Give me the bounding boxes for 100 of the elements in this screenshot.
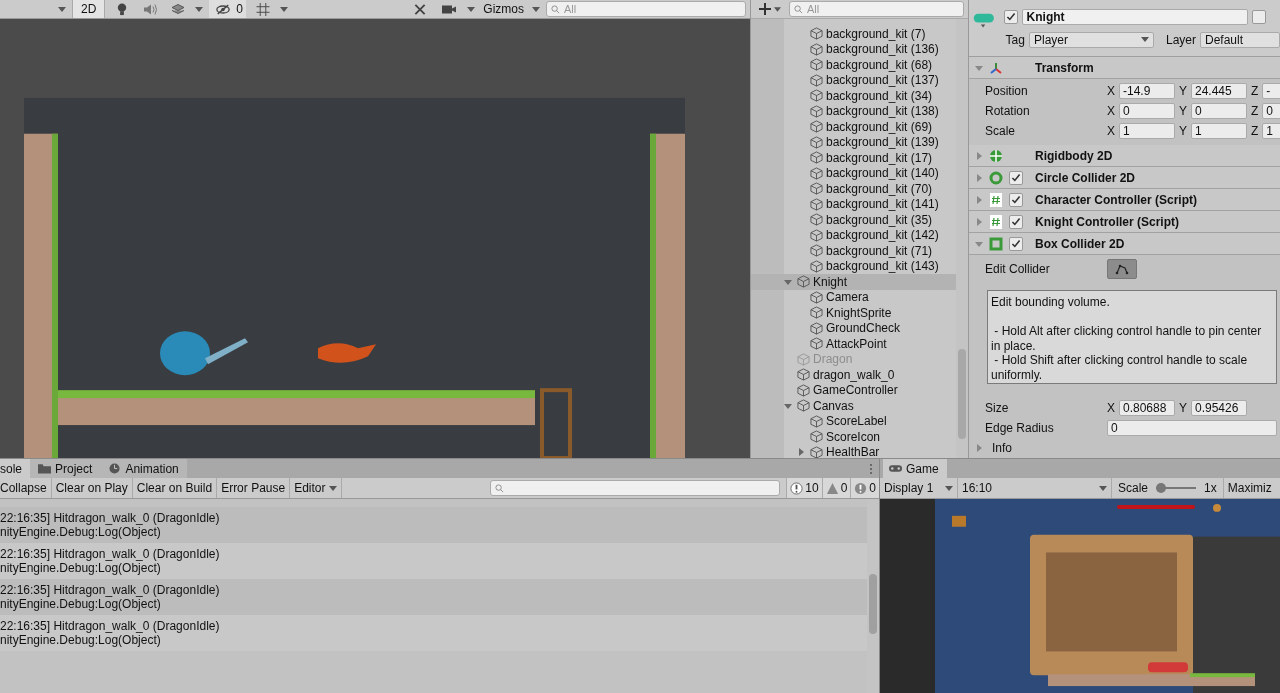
number-field[interactable]: 1 bbox=[1262, 123, 1280, 139]
checkbox[interactable] bbox=[1009, 236, 1023, 251]
hierarchy-item[interactable]: ScoreIcon bbox=[751, 429, 956, 445]
hierarchy-item[interactable]: background_kit (137) bbox=[751, 72, 956, 88]
foldout-arrow-icon[interactable] bbox=[975, 151, 983, 160]
panel-tab[interactable]: Project bbox=[30, 459, 101, 478]
caret-icon[interactable] bbox=[532, 6, 540, 12]
count-toggle[interactable]: 10 bbox=[786, 478, 822, 498]
component-title: Circle Collider 2D bbox=[1035, 170, 1136, 185]
foldout-arrow-icon[interactable] bbox=[975, 444, 983, 452]
number-field[interactable]: 0 bbox=[1262, 103, 1280, 119]
number-field[interactable]: 0.95426 bbox=[1191, 400, 1247, 416]
number-field[interactable]: - bbox=[1262, 83, 1280, 99]
number-field[interactable]: 1 bbox=[1119, 123, 1175, 139]
hierarchy-item[interactable]: background_kit (35) bbox=[751, 212, 956, 228]
add-button[interactable] bbox=[759, 3, 781, 15]
hierarchy-item[interactable]: background_kit (139) bbox=[751, 134, 956, 150]
log-message: 22:16:35] Hitdragon_walk_0 (DragonIdle) bbox=[0, 619, 221, 633]
checkbox[interactable] bbox=[1009, 170, 1023, 185]
name-field[interactable]: Knight bbox=[1021, 8, 1248, 25]
component-header[interactable]: Rigidbody 2D bbox=[969, 145, 1280, 167]
hierarchy-item[interactable]: background_kit (69) bbox=[751, 119, 956, 135]
hierarchy-item[interactable]: AttackPoint bbox=[751, 336, 956, 352]
hierarchy-item[interactable]: background_kit (34) bbox=[751, 88, 956, 104]
tag-dropdown[interactable]: Player bbox=[1028, 31, 1154, 48]
number-field[interactable]: 0 bbox=[1191, 103, 1247, 119]
number-field[interactable]: 0 bbox=[1119, 103, 1175, 119]
checkbox[interactable] bbox=[1003, 9, 1018, 24]
foldout-arrow-icon[interactable] bbox=[975, 217, 983, 226]
number-field[interactable]: 1 bbox=[1191, 123, 1247, 139]
caret-icon[interactable] bbox=[467, 6, 476, 12]
2d-toggle[interactable]: 2D bbox=[72, 0, 106, 18]
number-field[interactable]: -14.9 bbox=[1119, 83, 1175, 99]
component-header[interactable]: Transform bbox=[969, 57, 1280, 79]
hierarchy-item[interactable]: background_kit (17) bbox=[751, 150, 956, 166]
hierarchy-item[interactable]: background_kit (143) bbox=[751, 258, 956, 274]
search-field[interactable]: All bbox=[546, 1, 746, 17]
error-icon bbox=[854, 481, 868, 495]
hierarchy-item[interactable]: background_kit (7) bbox=[751, 26, 956, 42]
axis-label: X bbox=[1107, 401, 1115, 415]
hierarchy-item[interactable]: dragon_walk_0 bbox=[751, 367, 956, 383]
count-toggle[interactable]: 0 bbox=[850, 478, 879, 498]
panel-tab[interactable]: sole bbox=[0, 459, 30, 478]
hierarchy-item[interactable]: background_kit (138) bbox=[751, 103, 956, 119]
expand-arrow-icon[interactable] bbox=[784, 401, 792, 410]
number-field[interactable]: 24.445 bbox=[1191, 83, 1247, 99]
hierarchy-item[interactable]: Knight bbox=[751, 274, 956, 290]
foldout-arrow-icon[interactable] bbox=[975, 195, 983, 204]
panel-tab[interactable]: Animation bbox=[100, 459, 187, 478]
component-header[interactable]: Knight Controller (Script) bbox=[969, 211, 1280, 233]
menu-icon[interactable] bbox=[869, 462, 873, 475]
checkbox[interactable] bbox=[1009, 214, 1023, 229]
checkbox[interactable] bbox=[1009, 192, 1023, 207]
scrollbar-thumb[interactable] bbox=[958, 349, 966, 439]
foldout-arrow-icon[interactable] bbox=[975, 239, 983, 248]
edit-collider-button[interactable] bbox=[1107, 259, 1137, 279]
count-toggle[interactable]: 0 bbox=[821, 478, 851, 498]
hierarchy-item[interactable]: GameController bbox=[751, 382, 956, 398]
tools-icon[interactable] bbox=[413, 2, 428, 16]
expand-arrow-icon[interactable] bbox=[797, 448, 805, 457]
foldout-arrow-icon[interactable] bbox=[975, 173, 983, 182]
caret-icon[interactable] bbox=[195, 6, 204, 12]
caret-icon bbox=[328, 485, 337, 491]
hierarchy-item[interactable]: KnightSprite bbox=[751, 305, 956, 321]
hierarchy-item[interactable]: GroundCheck bbox=[751, 320, 956, 336]
caret-icon[interactable] bbox=[280, 6, 289, 12]
component-header[interactable]: Character Controller (Script) bbox=[969, 189, 1280, 211]
panel-tab[interactable]: Game bbox=[883, 459, 947, 478]
hierarchy-item[interactable]: background_kit (71) bbox=[751, 243, 956, 259]
number-field[interactable]: 0 bbox=[1107, 420, 1277, 436]
component-header[interactable]: Box Collider 2D bbox=[969, 233, 1280, 255]
foldout-arrow-icon[interactable] bbox=[975, 63, 983, 72]
hierarchy-item[interactable]: background_kit (68) bbox=[751, 57, 956, 73]
hierarchy-item[interactable]: background_kit (141) bbox=[751, 196, 956, 212]
hierarchy-item[interactable]: ScoreLabel bbox=[751, 413, 956, 429]
hierarchy-item[interactable]: HealthBar bbox=[751, 444, 956, 458]
hierarchy-item[interactable]: Canvas bbox=[751, 398, 956, 414]
checkbox[interactable] bbox=[1251, 9, 1266, 24]
foldout-label[interactable]: Info bbox=[992, 441, 1012, 455]
layers-icon[interactable] bbox=[171, 2, 186, 16]
search-field[interactable]: All bbox=[789, 1, 964, 17]
eye-slash-icon[interactable] bbox=[216, 2, 231, 16]
hierarchy-item[interactable]: background_kit (142) bbox=[751, 227, 956, 243]
scrollbar-thumb[interactable] bbox=[869, 574, 877, 634]
hierarchy-item[interactable]: Camera bbox=[751, 289, 956, 305]
hierarchy-item[interactable]: background_kit (136) bbox=[751, 41, 956, 57]
layer-dropdown[interactable]: Default bbox=[1200, 31, 1280, 48]
cube-icon bbox=[810, 414, 823, 428]
toolbar-button[interactable]: Collapse bbox=[0, 478, 52, 498]
clock-icon bbox=[108, 463, 122, 474]
expand-arrow-icon[interactable] bbox=[784, 277, 792, 286]
component-header[interactable]: Circle Collider 2D bbox=[969, 167, 1280, 189]
axis-label: Y bbox=[1179, 84, 1187, 98]
search-field[interactable] bbox=[490, 480, 781, 496]
grid-icon[interactable] bbox=[256, 2, 271, 16]
speaker-icon[interactable] bbox=[143, 2, 158, 16]
number-field[interactable]: 0.80688 bbox=[1119, 400, 1175, 416]
hierarchy-item[interactable]: background_kit (70) bbox=[751, 181, 956, 197]
caret-icon[interactable] bbox=[58, 6, 66, 12]
hierarchy-item[interactable]: background_kit (140) bbox=[751, 165, 956, 181]
